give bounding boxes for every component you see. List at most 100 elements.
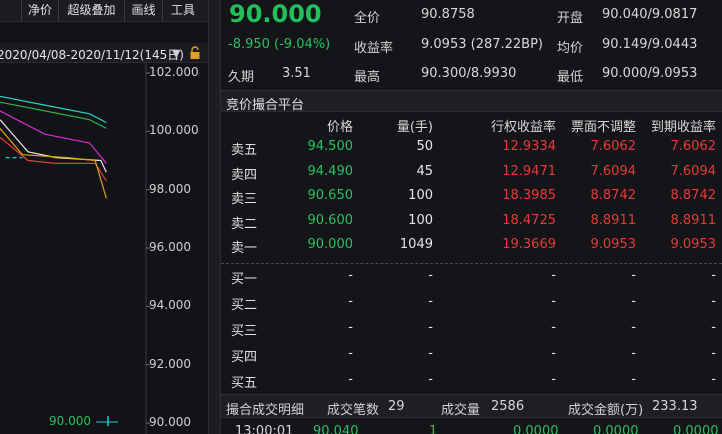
bid-qty-cell[interactable]: -	[371, 268, 433, 283]
col-header-qty: 量(手)	[396, 120, 433, 135]
y-tick-label: 92.000	[149, 356, 191, 371]
toolbar-button-clean-price[interactable]: 净价	[22, 0, 59, 22]
bid-row-label: 买三	[231, 324, 258, 339]
ask-qty-cell[interactable]: 50	[371, 139, 433, 154]
col-header-price: 价格	[326, 120, 353, 135]
y-tick-label: 98.000	[149, 181, 191, 196]
chart-toolbar: 净价 超级叠加 画线 工具	[0, 0, 208, 22]
ask-coupon-cell[interactable]: 8.8742	[551, 188, 637, 203]
bid-row-label: 买四	[231, 350, 258, 365]
bid-qty-cell[interactable]: -	[371, 372, 433, 387]
deal-row-c2: 0.0000	[593, 424, 639, 434]
lock-icon[interactable]	[188, 46, 202, 60]
bid-ytm-cell[interactable]: -	[631, 372, 716, 387]
col-header-exercise-yield: 行权收益率	[490, 120, 556, 135]
bid-ytm-cell[interactable]: -	[631, 268, 716, 283]
deal-count-label: 成交笔数	[327, 403, 380, 418]
ask-exercise-cell[interactable]: 12.9471	[471, 164, 556, 179]
bid-coupon-cell[interactable]: -	[551, 372, 636, 387]
high-value: 90.300/8.9930	[421, 66, 517, 81]
bid-qty-cell[interactable]: -	[371, 294, 433, 309]
ask-coupon-cell[interactable]: 7.6062	[551, 139, 637, 154]
ask-price-cell[interactable]: 94.490	[291, 164, 354, 179]
ask-ytm-cell[interactable]: 9.0953	[631, 237, 717, 252]
series-line-3	[0, 119, 107, 173]
ask-exercise-cell[interactable]: 18.4725	[471, 213, 556, 228]
y-tick-label: 100.000	[149, 123, 199, 138]
deal-row-qty: 1	[429, 424, 438, 434]
bid-coupon-cell[interactable]: -	[551, 320, 636, 335]
chevron-down-icon[interactable]: ▼	[172, 47, 180, 60]
ask-price-cell[interactable]: 90.650	[291, 188, 354, 203]
toolbar-button-tools[interactable]: 工具	[163, 0, 203, 22]
bid-row-label: 买五	[231, 376, 258, 391]
last-price: 90.000	[229, 0, 322, 28]
ask-price-cell[interactable]: 90.600	[291, 213, 354, 228]
deal-summary-bar: 撮合成交明细 成交笔数 29 成交量 2586 成交金额(万) 233.13	[221, 394, 722, 418]
ask-qty-cell[interactable]: 100	[371, 188, 433, 203]
order-book-separator	[221, 263, 722, 264]
yield-label: 收益率	[354, 41, 394, 56]
ask-qty-cell[interactable]: 1049	[371, 237, 433, 252]
bid-coupon-cell[interactable]: -	[551, 294, 636, 309]
bid-ytm-cell[interactable]: -	[631, 294, 716, 309]
yield-value: 9.0953 (287.22BP)	[421, 37, 544, 52]
bid-exercise-cell[interactable]: -	[471, 346, 556, 361]
bid-price-cell[interactable]: -	[291, 268, 353, 283]
bid-price-cell[interactable]: -	[291, 294, 353, 309]
bid-exercise-cell[interactable]: -	[471, 294, 556, 309]
ask-coupon-cell[interactable]: 9.0953	[551, 237, 637, 252]
y-tick-label: 90.000	[149, 415, 191, 429]
ask-qty-cell[interactable]: 45	[371, 164, 433, 179]
high-label: 最高	[354, 70, 381, 85]
bid-price-cell[interactable]: -	[291, 372, 353, 387]
bid-ytm-cell[interactable]: -	[631, 346, 716, 361]
ask-exercise-cell[interactable]: 18.3985	[471, 188, 556, 203]
bid-price-cell[interactable]: -	[291, 346, 353, 361]
low-label: 最低	[557, 70, 584, 85]
ask-row-label: 卖二	[231, 216, 258, 232]
ask-price-cell[interactable]: 94.500	[291, 139, 354, 154]
deal-amount-value: 233.13	[652, 399, 698, 414]
current-price-marker-label: 90.000	[49, 414, 91, 428]
ask-ytm-cell[interactable]: 8.8911	[631, 213, 717, 228]
bid-qty-cell[interactable]: -	[371, 346, 433, 361]
toolbar-button-first[interactable]	[0, 0, 22, 22]
ask-row-label: 卖五	[231, 143, 258, 158]
ask-price-cell[interactable]: 90.000	[291, 237, 354, 252]
quote-pane: 90.000 -8.950 (-9.04%) 久期 3.51 全价 90.875…	[221, 0, 722, 434]
ask-exercise-cell[interactable]: 19.3669	[471, 237, 556, 252]
ask-ytm-cell[interactable]: 7.6062	[631, 139, 717, 154]
bid-exercise-cell[interactable]: -	[471, 320, 556, 335]
bid-qty-cell[interactable]: -	[371, 320, 433, 335]
bid-coupon-cell[interactable]: -	[551, 268, 636, 283]
date-range-text: 2020/04/08-2020/11/12(145日)	[0, 48, 184, 62]
full-price-value: 90.8758	[421, 7, 475, 22]
bid-coupon-cell[interactable]: -	[551, 346, 636, 361]
toolbar-button-super-overlay[interactable]: 超级叠加	[59, 0, 125, 22]
ask-coupon-cell[interactable]: 8.8911	[551, 213, 637, 228]
deal-row-c3: 0.0000	[673, 424, 719, 434]
bid-exercise-cell[interactable]: -	[471, 372, 556, 387]
y-tick-label: 102.000	[149, 65, 199, 79]
date-range-bar[interactable]: 2020/04/08-2020/11/12(145日) ▼	[0, 43, 208, 63]
deal-row-c1: 0.0000	[513, 424, 559, 434]
deal-volume-value: 2586	[491, 399, 525, 414]
col-header-ytm: 到期收益率	[650, 120, 716, 135]
bid-price-cell[interactable]: -	[291, 320, 353, 335]
ask-coupon-cell[interactable]: 7.6094	[551, 164, 637, 179]
bid-exercise-cell[interactable]: -	[471, 268, 556, 283]
duration-label: 久期	[228, 70, 255, 85]
y-tick-label: 96.000	[149, 240, 191, 254]
bid-row-label: 买一	[231, 272, 258, 287]
ask-qty-cell[interactable]: 100	[371, 213, 433, 228]
deal-amount-label: 成交金额(万)	[568, 403, 644, 418]
ask-exercise-cell[interactable]: 12.9334	[471, 139, 556, 154]
price-change: -8.950 (-9.04%)	[228, 37, 331, 52]
bid-ytm-cell[interactable]: -	[631, 320, 716, 335]
toolbar-button-draw-line[interactable]: 画线	[125, 0, 163, 22]
order-book-title: 竞价撮合平台	[226, 98, 305, 113]
pane-divider[interactable]	[208, 0, 221, 434]
ask-ytm-cell[interactable]: 8.8742	[631, 188, 717, 203]
ask-ytm-cell[interactable]: 7.6094	[631, 164, 717, 179]
